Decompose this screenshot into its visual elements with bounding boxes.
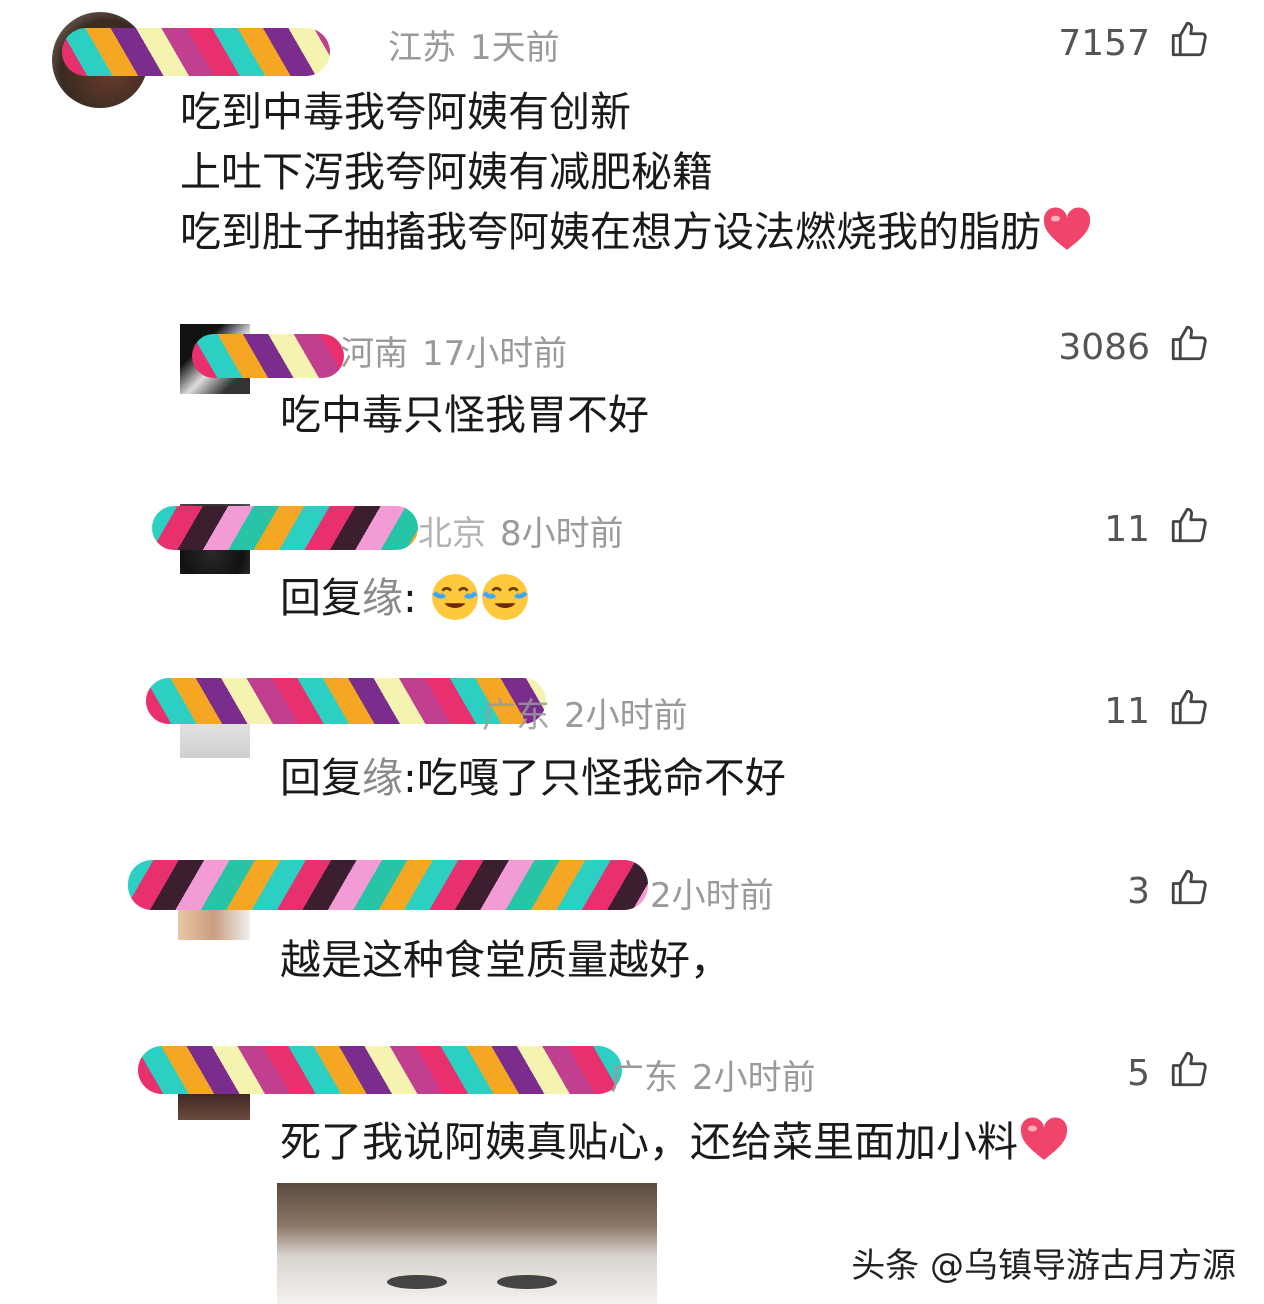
comment-meta: 北京 8小时前: [418, 506, 624, 555]
region-label: 广东: [482, 696, 550, 736]
like-count: 11: [1104, 691, 1150, 732]
comment-text: 回复缘:: [280, 568, 530, 638]
thumbs-up-icon: [1168, 504, 1210, 555]
thumbs-up-icon: [1168, 686, 1210, 737]
timestamp: 2小时前: [650, 876, 774, 916]
like-button[interactable]: 11: [1104, 686, 1210, 737]
heart-icon: [1041, 206, 1093, 268]
cat-eye: [497, 1275, 557, 1289]
timestamp: 2小时前: [692, 1058, 816, 1098]
heart-icon: [1018, 1116, 1070, 1178]
redacted-username: [128, 860, 648, 910]
like-count: 11: [1104, 509, 1150, 550]
comment-line: 吃到肚子抽搐我夸阿姨在想方设法燃烧我的脂肪: [180, 202, 1093, 268]
redacted-username: [192, 334, 344, 378]
thumbs-up-icon: [1168, 1048, 1210, 1099]
comment-meta: 江苏 1天前: [388, 20, 560, 69]
timestamp: 8小时前: [500, 514, 624, 554]
comment-line: 吃到中毒我夸阿姨有创新: [180, 88, 631, 136]
like-count: 5: [1127, 1053, 1150, 1094]
comment-meta: 广东 2小时前: [610, 1050, 816, 1099]
comment-text: 吃中毒只怪我胃不好: [280, 391, 649, 439]
reply-target[interactable]: 缘: [362, 754, 403, 802]
comment-meta: 广东 2小时前: [482, 688, 688, 737]
like-button[interactable]: 3: [1127, 866, 1210, 917]
comment-line: 上吐下泻我夸阿姨有减肥秘籍: [180, 148, 713, 196]
thumbs-up-icon: [1168, 866, 1210, 917]
like-button[interactable]: 3086: [1058, 322, 1210, 373]
redacted-username: [152, 506, 418, 550]
like-button[interactable]: 7157: [1058, 18, 1210, 69]
crying-emoji-icon: [430, 572, 480, 638]
region-label: 河南: [340, 334, 408, 374]
like-count: 3: [1127, 871, 1150, 912]
like-button[interactable]: 5: [1127, 1048, 1210, 1099]
comment-text: 吃到中毒我夸阿姨有创新 上吐下泻我夸阿姨有减肥秘籍 吃到肚子抽搐我夸阿姨在想方设…: [180, 82, 1093, 268]
watermark: 头条 @乌镇导游古月方源: [851, 1246, 1236, 1286]
redacted-username: [138, 1046, 622, 1094]
timestamp: 2小时前: [564, 696, 688, 736]
reply-target[interactable]: 缘: [362, 574, 403, 622]
like-button[interactable]: 11: [1104, 504, 1210, 555]
comment-meta: 河南 17小时前: [340, 326, 567, 375]
timestamp: 1天前: [470, 28, 560, 68]
thumbs-up-icon: [1168, 322, 1210, 373]
comment-text: 回复缘:吃嘎了只怪我命不好: [280, 754, 786, 802]
reply-prefix: 回复: [280, 754, 362, 802]
crying-emoji-icon: [480, 572, 530, 638]
reply-prefix: 回复: [280, 574, 362, 622]
timestamp: 17小时前: [422, 334, 568, 374]
comment-text: 死了我说阿姨真贴心，还给菜里面加小料: [280, 1112, 1070, 1178]
region-label: 北京: [418, 514, 486, 554]
comment-text: 越是这种食堂质量越好，: [280, 936, 731, 984]
comment-image[interactable]: [277, 1183, 657, 1304]
like-count: 7157: [1058, 23, 1150, 64]
thumbs-up-icon: [1168, 18, 1210, 69]
region-label: 广东: [610, 1058, 678, 1098]
comment-meta: 2小时前: [636, 868, 774, 917]
cat-eye: [387, 1275, 447, 1289]
redacted-username: [62, 28, 330, 76]
like-count: 3086: [1058, 327, 1150, 368]
region-label: 江苏: [388, 28, 456, 68]
